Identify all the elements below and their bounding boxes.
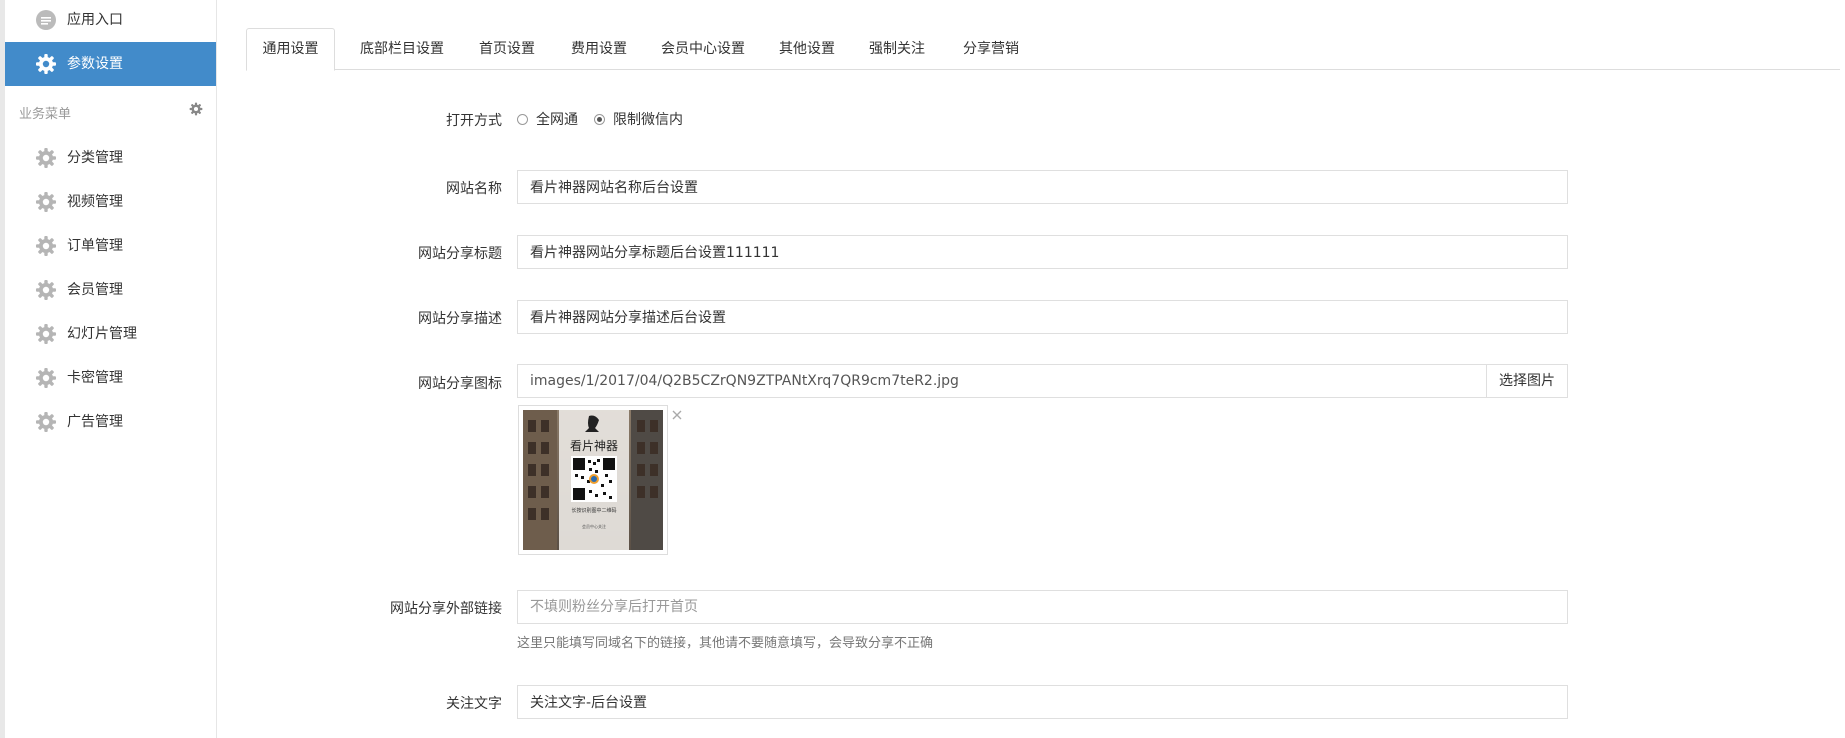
settings-tabs: 通用设置 底部栏目设置 首页设置 费用设置 会员中心设置 其他设置 强制关注 分… [246, 28, 1840, 71]
sidebar-item-label: 应用入口 [67, 12, 123, 28]
sidebar-group-header: 业务菜单 [5, 96, 216, 126]
radio-all-network[interactable] [517, 113, 528, 125]
follow-text-input[interactable] [517, 685, 1568, 719]
share-icon-preview-image: 看片神器 长按识别图中二维码 会员中心关注 [523, 410, 663, 550]
share-desc-input[interactable] [517, 300, 1568, 334]
sidebar-item-orders[interactable]: 订单管理 [5, 224, 216, 268]
share-desc-label: 网站分享描述 [418, 311, 502, 327]
open-mode-radio-group: 全网通 限制微信内 [517, 108, 699, 130]
share-title-label: 网站分享标题 [418, 246, 502, 262]
share-icon-input-group: 选择图片 [517, 364, 1568, 398]
gear-icon[interactable] [189, 102, 203, 116]
radio-wechat-only[interactable] [594, 113, 605, 125]
tab-bottom-columns[interactable]: 底部栏目设置 [342, 28, 462, 70]
follow-text-label: 关注文字 [446, 696, 502, 712]
open-mode-label: 打开方式 [446, 113, 502, 129]
sidebar-item-label: 广告管理 [67, 414, 123, 430]
tab-home[interactable]: 首页设置 [466, 28, 548, 70]
tab-other[interactable]: 其他设置 [766, 28, 848, 70]
tab-general[interactable]: 通用设置 [246, 28, 335, 71]
gear-icon [36, 280, 56, 300]
site-name-input[interactable] [517, 170, 1568, 204]
gear-icon [36, 54, 56, 74]
sidebar-item-slides[interactable]: 幻灯片管理 [5, 312, 216, 356]
sidebar-item-members[interactable]: 会员管理 [5, 268, 216, 312]
radio-label[interactable]: 全网通 [536, 109, 578, 129]
preview-footer: 会员中心关注 [582, 523, 606, 529]
sidebar-item-label: 分类管理 [67, 150, 123, 166]
preview-title: 看片神器 [570, 439, 618, 453]
radio-label[interactable]: 限制微信内 [613, 109, 683, 129]
share-icon-label: 网站分享图标 [418, 376, 502, 392]
tab-share-marketing[interactable]: 分享营销 [946, 28, 1036, 70]
sidebar-item-label: 订单管理 [67, 238, 123, 254]
gear-icon [36, 324, 56, 344]
share-link-input[interactable] [517, 590, 1568, 624]
sidebar-item-label: 卡密管理 [67, 370, 123, 386]
gear-icon [36, 148, 56, 168]
sidebar-group-label: 业务菜单 [19, 107, 72, 122]
sidebar-item-label: 幻灯片管理 [67, 326, 137, 342]
preview-caption: 长按识别图中二维码 [571, 507, 616, 514]
sidebar-item-cards[interactable]: 卡密管理 [5, 356, 216, 400]
sidebar-item-label: 会员管理 [67, 282, 123, 298]
share-icon-path-input[interactable] [517, 364, 1487, 398]
select-image-button[interactable]: 选择图片 [1486, 364, 1568, 398]
share-title-input[interactable] [517, 235, 1568, 269]
sidebar-item-label: 视频管理 [67, 194, 123, 210]
sidebar-item-app-entry[interactable]: 应用入口 [5, 0, 216, 42]
chat-icon [36, 10, 56, 30]
sidebar-item-video[interactable]: 视频管理 [5, 180, 216, 224]
gear-icon [36, 192, 56, 212]
gear-icon [36, 368, 56, 388]
sidebar: 应用入口 参数设置 业务菜单 分类管理 视频管理 订单管理 会员管理 幻灯片管理… [0, 0, 217, 738]
share-link-help-text: 这里只能填写同域名下的链接，其他请不要随意填写，会导致分享不正确 [517, 636, 934, 651]
sidebar-item-params[interactable]: 参数设置 [5, 42, 216, 86]
sidebar-item-category[interactable]: 分类管理 [5, 136, 216, 180]
gear-icon [36, 236, 56, 256]
tab-fees[interactable]: 费用设置 [558, 28, 640, 70]
share-link-label: 网站分享外部链接 [390, 601, 502, 617]
share-icon-preview: 看片神器 长按识别图中二维码 会员中心关注 [518, 405, 668, 555]
tab-force-follow[interactable]: 强制关注 [856, 28, 938, 70]
gear-icon [36, 412, 56, 432]
sidebar-item-label: 参数设置 [67, 56, 123, 72]
sidebar-item-ads[interactable]: 广告管理 [5, 400, 216, 444]
tab-member-center[interactable]: 会员中心设置 [648, 28, 758, 70]
site-name-label: 网站名称 [446, 181, 502, 197]
close-icon[interactable] [670, 408, 684, 422]
